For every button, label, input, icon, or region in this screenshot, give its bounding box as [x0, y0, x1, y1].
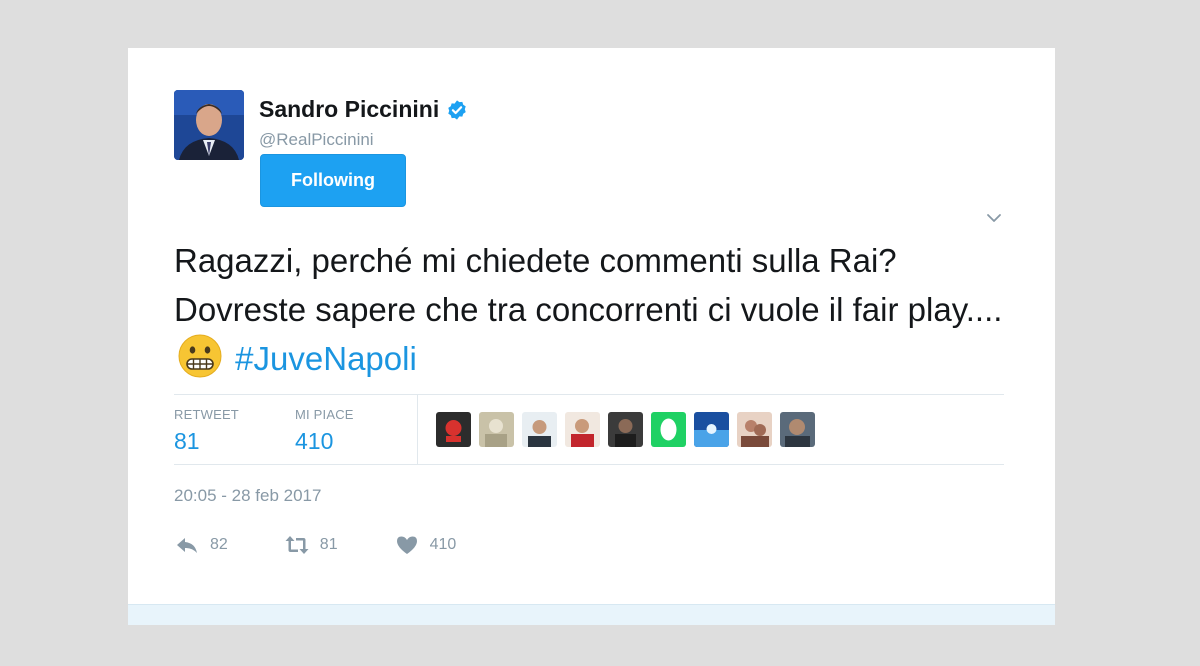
author-avatar[interactable]	[174, 90, 244, 160]
liker-avatar[interactable]	[436, 412, 471, 447]
verified-badge-icon	[448, 99, 466, 120]
stats-divider	[417, 395, 418, 464]
chevron-down-icon[interactable]	[984, 208, 1004, 228]
likes-stat[interactable]: MI PIACE 410	[295, 407, 354, 455]
tweet-card: Sandro Piccinini @RealPiccinini Followin…	[128, 48, 1055, 625]
reply-button[interactable]: 82	[174, 532, 228, 558]
liker-avatars	[436, 412, 815, 447]
tweet-text: Ragazzi, perché mi chiedete commenti sul…	[174, 236, 1034, 383]
author-handle[interactable]: @RealPiccinini	[259, 130, 374, 150]
tweet-stats: RETWEET 81 MI PIACE 410	[174, 394, 1004, 465]
likes-stat-value[interactable]: 410	[295, 428, 354, 455]
retweet-count: 81	[319, 536, 338, 553]
retweet-stat[interactable]: RETWEET 81	[174, 407, 239, 455]
liker-avatar[interactable]	[780, 412, 815, 447]
grimacing-face-emoji-icon	[178, 334, 222, 378]
heart-icon	[396, 536, 417, 554]
reply-icon	[177, 538, 197, 553]
likes-stat-label: MI PIACE	[295, 407, 354, 422]
retweet-stat-value[interactable]: 81	[174, 428, 239, 455]
reply-count: 82	[210, 536, 228, 553]
liker-avatar[interactable]	[651, 412, 686, 447]
retweet-icon	[285, 536, 309, 554]
liker-avatar[interactable]	[608, 412, 643, 447]
liker-avatar[interactable]	[737, 412, 772, 447]
tweet-body: Ragazzi, perché mi chiedete commenti sul…	[174, 242, 1003, 328]
hashtag-link[interactable]: #JuveNapoli	[235, 340, 417, 377]
author-name[interactable]: Sandro Piccinini	[259, 96, 439, 123]
like-count: 410	[429, 536, 457, 553]
card-footer	[128, 604, 1055, 625]
tweet-timestamp[interactable]: 20:05 - 28 feb 2017	[174, 486, 321, 506]
liker-avatar[interactable]	[479, 412, 514, 447]
liker-avatar[interactable]	[565, 412, 600, 447]
following-button[interactable]: Following	[260, 154, 406, 207]
liker-avatar[interactable]	[694, 412, 729, 447]
tweet-actions: 82 81 410	[174, 532, 512, 558]
liker-avatar[interactable]	[522, 412, 557, 447]
retweet-button[interactable]: 81	[284, 532, 338, 558]
retweet-stat-label: RETWEET	[174, 407, 239, 422]
like-button[interactable]: 410	[394, 532, 457, 558]
